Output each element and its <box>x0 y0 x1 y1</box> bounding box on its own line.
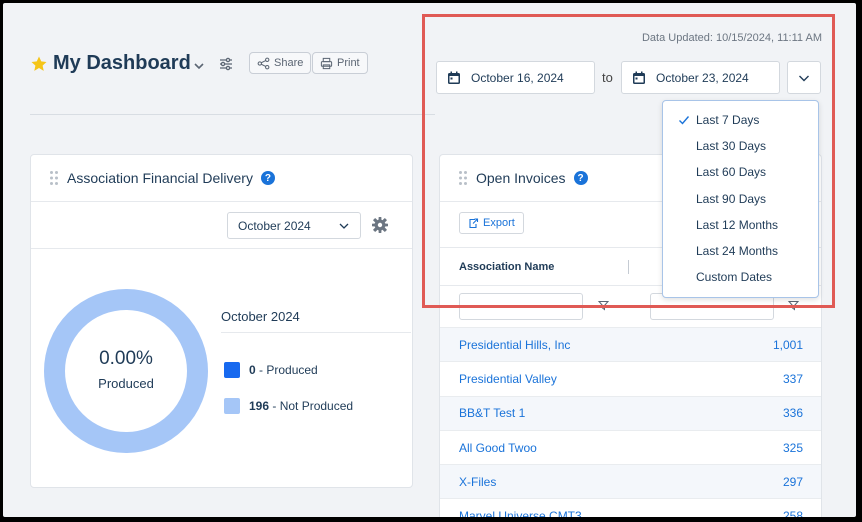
association-name-link[interactable]: Presidential Hills, Inc <box>459 338 570 352</box>
table-row[interactable]: Presidential Hills, Inc 1,001 <box>440 327 821 362</box>
table-row[interactable]: All Good Twoo 325 <box>440 429 821 464</box>
drag-handle-icon[interactable] <box>458 170 468 186</box>
table-row[interactable]: X-Files 297 <box>440 464 821 499</box>
menu-item-last-24-months[interactable]: Last 24 Months <box>663 238 818 264</box>
menu-item-label: Last 60 Days <box>696 165 767 180</box>
legend-count: 0 <box>249 363 256 377</box>
dashboard-page: My Dashboard Share Print Data Updated: 1… <box>3 3 856 517</box>
invoice-count[interactable]: 325 <box>783 441 803 455</box>
menu-item-label: Last 7 Days <box>696 113 760 128</box>
legend-label: - Not Produced <box>269 399 354 413</box>
printer-icon <box>320 57 333 69</box>
legend-swatch <box>224 398 240 414</box>
menu-item-last-7-days[interactable]: Last 7 Days <box>663 107 818 133</box>
export-button[interactable]: Export <box>459 212 524 234</box>
legend-count: 196 <box>249 399 270 413</box>
filter-icon[interactable] <box>598 300 609 311</box>
share-label: Share <box>274 57 304 69</box>
filter-icon[interactable] <box>788 300 799 311</box>
menu-item-last-90-days[interactable]: Last 90 Days <box>663 186 818 212</box>
legend-title: October 2024 <box>221 309 300 324</box>
data-updated-text: Data Updated: 10/15/2024, 11:11 AM <box>641 32 822 44</box>
calendar-icon <box>448 71 460 84</box>
table-row[interactable]: Marvel Universe CMT3 258 <box>440 498 821 517</box>
donut-not-produced-ring <box>44 289 208 453</box>
help-icon[interactable]: ? <box>260 171 275 185</box>
sliders-icon[interactable] <box>218 56 234 72</box>
menu-item-label: Last 12 Months <box>696 217 779 232</box>
table-row[interactable]: Presidential Valley 337 <box>440 361 821 395</box>
invoice-count[interactable]: 1,001 <box>773 338 803 352</box>
financial-delivery-card: Association Financial Delivery ? October… <box>30 154 413 488</box>
legend-divider <box>221 332 411 333</box>
produced-donut-chart <box>44 289 208 453</box>
favorite-star-icon[interactable] <box>30 55 48 73</box>
menu-item-last-30-days[interactable]: Last 30 Days <box>663 133 818 159</box>
date-range-dropdown-button[interactable] <box>787 61 821 94</box>
donut-percent: 0.00% <box>99 348 153 369</box>
chevron-down-icon <box>799 75 809 81</box>
association-name-link[interactable]: All Good Twoo <box>459 441 537 455</box>
legend-item-not-produced: 196 - Not Produced <box>224 398 353 414</box>
menu-item-label: Custom Dates <box>696 270 773 285</box>
chevron-down-icon[interactable] <box>192 59 206 73</box>
drag-handle-icon[interactable] <box>49 170 59 186</box>
share-icon <box>257 57 270 69</box>
help-icon[interactable]: ? <box>573 171 588 185</box>
column-resize-handle[interactable] <box>628 260 629 274</box>
month-select-value: October 2024 <box>238 218 311 233</box>
name-filter-input[interactable] <box>459 293 583 320</box>
end-date-picker[interactable]: October 23, 2024 <box>621 61 780 94</box>
menu-item-custom-dates[interactable]: Custom Dates <box>663 264 818 290</box>
share-button[interactable]: Share <box>249 52 312 74</box>
card-divider <box>31 248 412 249</box>
association-name-link[interactable]: BB&T Test 1 <box>459 406 525 420</box>
invoice-count[interactable]: 337 <box>783 372 803 386</box>
legend-item-produced: 0 - Produced <box>224 362 318 378</box>
legend-label: - Produced <box>255 363 318 377</box>
menu-item-last-60-days[interactable]: Last 60 Days <box>663 159 818 185</box>
legend-swatch <box>224 362 240 378</box>
menu-item-last-12-months[interactable]: Last 12 Months <box>663 212 818 238</box>
card-header: Association Financial Delivery ? <box>31 155 412 202</box>
month-select[interactable]: October 2024 <box>227 212 361 239</box>
association-name-link[interactable]: X-Files <box>459 475 496 489</box>
chevron-down-icon <box>339 223 349 229</box>
association-name-link[interactable]: Marvel Universe CMT3 <box>459 509 582 517</box>
page-title: My Dashboard <box>53 52 191 74</box>
print-button[interactable]: Print <box>312 52 368 74</box>
end-date-value: October 23, 2024 <box>656 70 749 85</box>
column-header-association-name[interactable]: Association Name <box>459 261 554 273</box>
print-label: Print <box>337 57 360 69</box>
invoice-count[interactable]: 336 <box>783 406 803 420</box>
header-divider <box>30 114 435 115</box>
date-range-to-label: to <box>602 70 613 85</box>
card-title: Association Financial Delivery <box>67 170 253 186</box>
gear-icon[interactable] <box>371 216 389 234</box>
invoice-count[interactable]: 258 <box>783 509 803 517</box>
card-title: Open Invoices <box>476 170 566 186</box>
menu-item-label: Last 30 Days <box>696 139 767 154</box>
date-range-menu: Last 7 Days Last 30 Days Last 60 Days Last … <box>662 100 819 298</box>
calendar-icon <box>633 71 645 84</box>
menu-item-label: Last 90 Days <box>696 191 767 206</box>
checkmark-icon <box>679 116 690 125</box>
menu-item-label: Last 24 Months <box>696 244 779 259</box>
association-name-link[interactable]: Presidential Valley <box>459 372 557 386</box>
donut-label: Produced <box>98 376 154 391</box>
export-label: Export <box>483 217 515 229</box>
table-row[interactable]: BB&T Test 1 336 <box>440 395 821 430</box>
start-date-picker[interactable]: October 16, 2024 <box>436 61 595 94</box>
export-icon <box>469 217 479 228</box>
start-date-value: October 16, 2024 <box>471 70 564 85</box>
invoice-count[interactable]: 297 <box>783 475 803 489</box>
invoice-table-body: Presidential Hills, Inc 1,001 Presidential… <box>440 327 821 517</box>
